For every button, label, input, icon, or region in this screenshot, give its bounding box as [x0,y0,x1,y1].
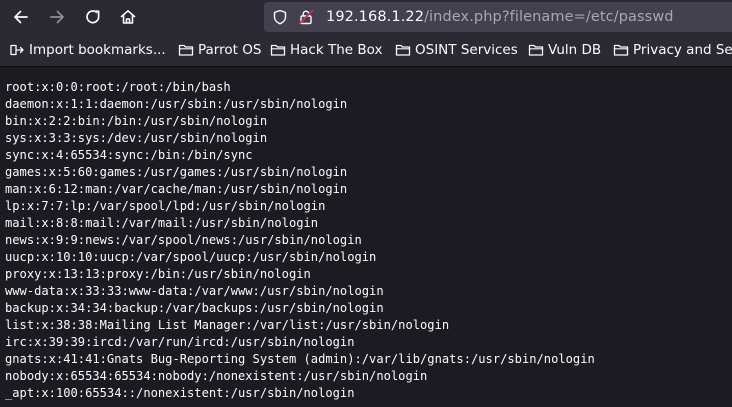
passwd-line: root:x:0:0:root:/root:/bin/bash [5,80,231,94]
address-bar[interactable]: 192.168.1.22/index.php?filename=/etc/pas… [264,2,732,32]
folder-icon [528,44,544,56]
page-content: root:x:0:0:root:/root:/bin/bash daemon:x… [0,67,732,407]
back-button[interactable] [8,4,34,30]
passwd-line: sync:x:4:65534:sync:/bin:/bin/sync [5,148,253,162]
bookmark-folder-vuln-db[interactable]: Vuln DB [528,41,601,59]
folder-icon [270,44,286,56]
folder-icon [178,44,194,56]
passwd-line: gnats:x:41:41:Gnats Bug-Reporting System… [5,352,595,366]
passwd-line: news:x:9:9:news:/var/spool/news:/usr/sbi… [5,233,362,247]
url-host: 192.168.1.22 [326,9,425,25]
bookmark-folder-parrot-os[interactable]: Parrot OS [178,41,261,59]
bookmark-label: Import bookmarks... [29,42,166,58]
bookmark-label: Vuln DB [548,42,602,58]
navigation-toolbar: 192.168.1.22/index.php?filename=/etc/pas… [0,0,732,34]
import-bookmarks-icon [10,44,24,56]
passwd-line: list:x:38:38:Mailing List Manager:/var/l… [5,318,450,332]
passwd-line: irc:x:39:39:ircd:/var/run/ircd:/usr/sbin… [5,335,355,349]
passwd-line: _apt:x:100:65534::/nonexistent:/usr/sbin… [5,386,355,400]
shield-icon[interactable] [272,9,288,25]
folder-icon [395,44,411,56]
folder-icon [613,44,629,56]
passwd-line: bin:x:2:2:bin:/bin:/usr/sbin/nologin [5,114,268,128]
passwd-line: sys:x:3:3:sys:/dev:/usr/sbin/nologin [5,131,268,145]
bookmark-folder-hack-the-box[interactable]: Hack The Box [270,41,382,59]
bookmark-import-bookmarks[interactable]: Import bookmarks... [9,41,166,59]
bookmark-label: Privacy and Se [633,42,732,58]
url-text[interactable]: 192.168.1.22/index.php?filename=/etc/pas… [326,8,674,26]
arrow-right-icon [50,10,64,24]
passwd-line: nobody:x:65534:65534:nobody:/nonexistent… [5,369,428,383]
passwd-line: daemon:x:1:1:daemon:/usr/sbin:/usr/sbin/… [5,97,348,111]
bookmark-folder-osint-services[interactable]: OSINT Services [395,41,518,59]
arrow-left-icon [14,10,28,24]
passwd-line: lp:x:7:7:lp:/var/spool/lpd:/usr/sbin/nol… [5,199,326,213]
reload-button[interactable] [80,4,106,30]
insecure-lock-icon[interactable] [298,9,314,25]
bookmark-folder-privacy[interactable]: Privacy and Se [613,41,732,59]
passwd-line: man:x:6:12:man:/var/cache/man:/usr/sbin/… [5,182,348,196]
forward-button[interactable] [44,4,70,30]
passwd-line: backup:x:34:34:backup:/var/backups:/usr/… [5,301,384,315]
home-icon [120,10,136,24]
passwd-line: games:x:5:60:games:/usr/games:/usr/sbin/… [5,165,348,179]
home-button[interactable] [115,4,141,30]
bookmark-label: Parrot OS [198,42,262,58]
passwd-line: mail:x:8:8:mail:/var/mail:/usr/sbin/nolo… [5,216,319,230]
bookmarks-toolbar: Import bookmarks... Parrot OS Hack The B… [0,34,732,67]
passwd-line: uucp:x:10:10:uucp:/var/spool/uucp:/usr/s… [5,250,377,264]
passwd-line: www-data:x:33:33:www-data:/var/www:/usr/… [5,284,384,298]
bookmark-label: OSINT Services [415,42,518,58]
bookmark-label: Hack The Box [290,42,383,58]
passwd-line: proxy:x:13:13:proxy:/bin:/usr/sbin/nolog… [5,267,311,281]
reload-icon [86,10,100,24]
url-path: /index.php?filename=/etc/passwd [424,9,674,25]
